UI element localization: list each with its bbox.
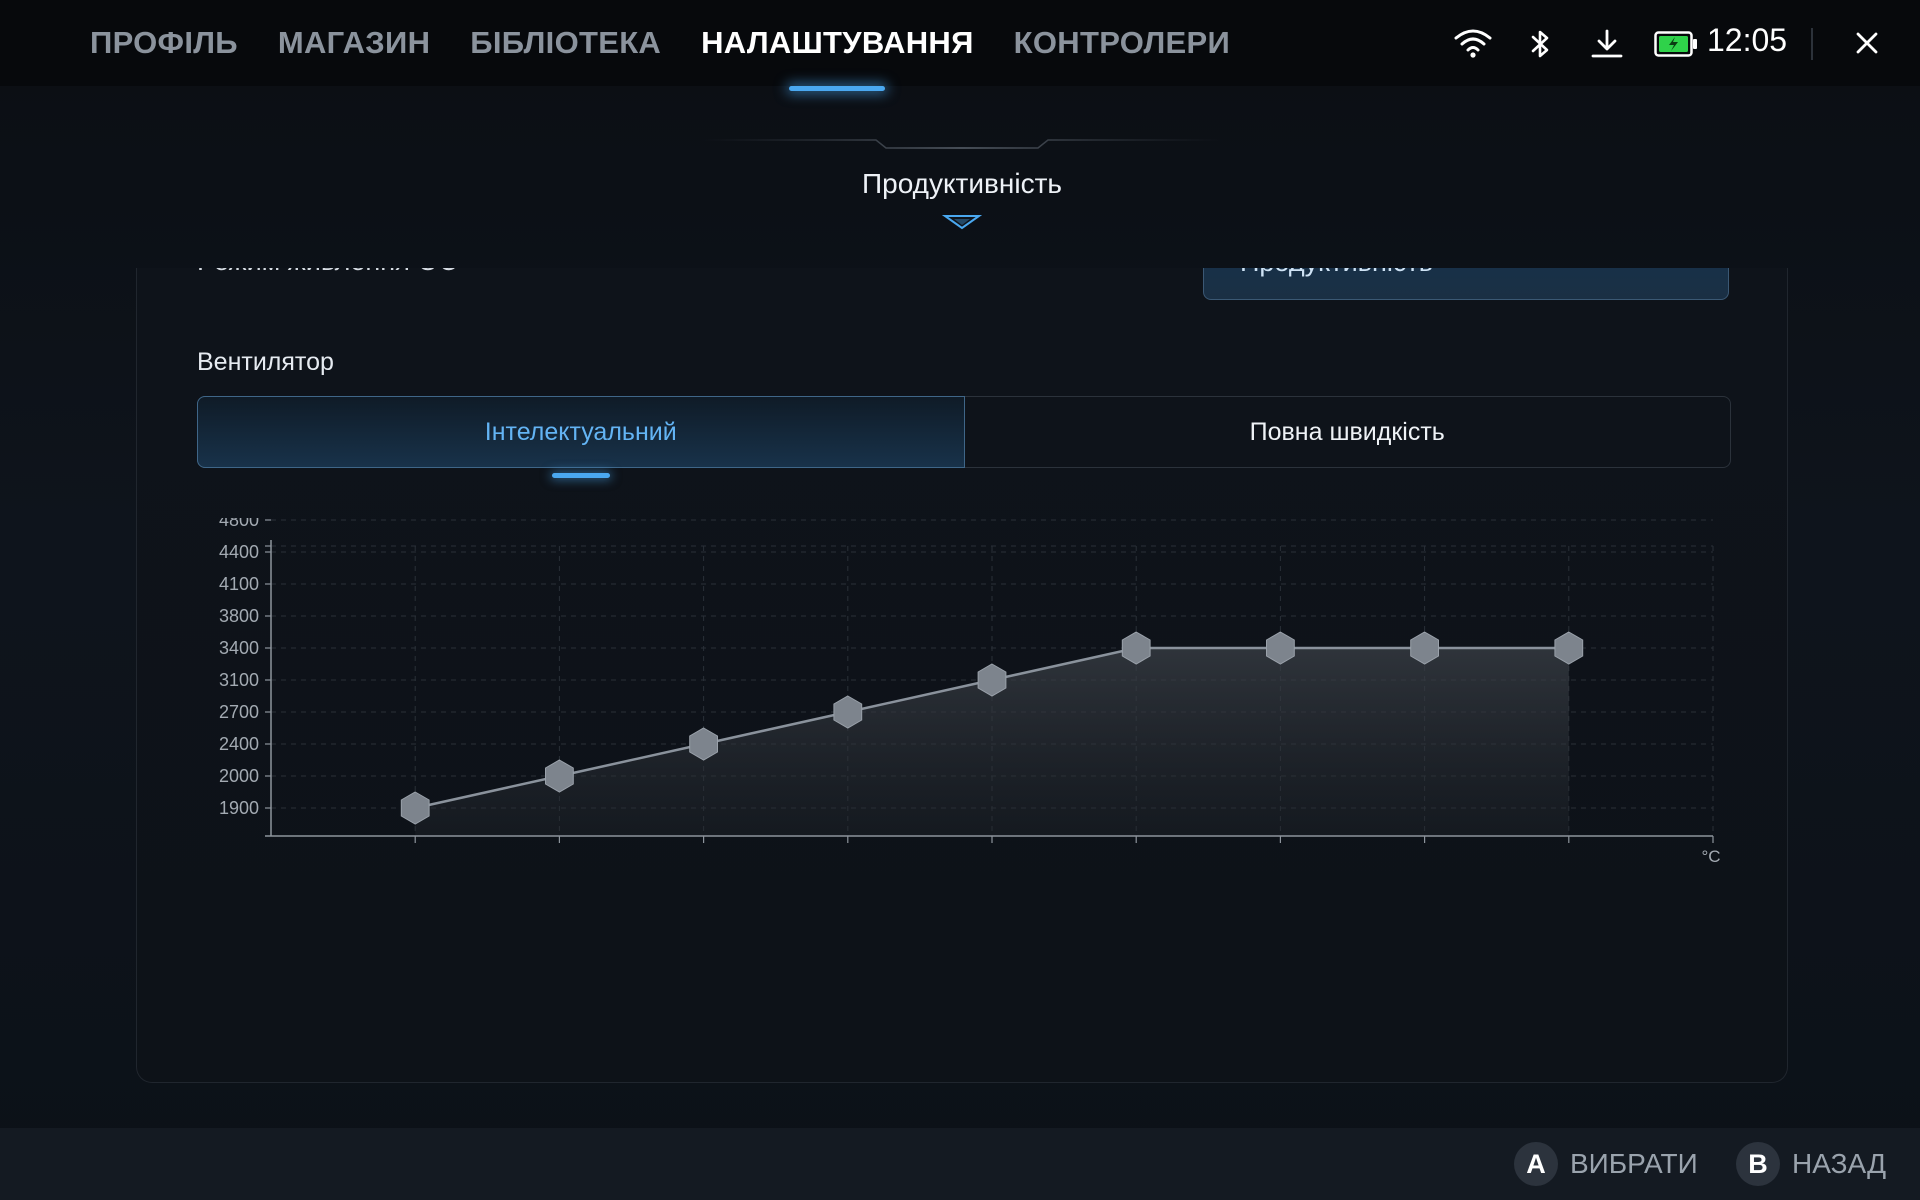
b-button-icon: B [1736, 1142, 1780, 1186]
back-hint-label: НАЗАД [1792, 1148, 1887, 1179]
tab-settings[interactable]: НАЛАШТУВАННЯ [701, 25, 974, 91]
bottom-hint-bar: A ВИБРАТИ B НАЗАД [0, 1128, 1920, 1200]
fan-mode-full-speed[interactable]: Повна швидкість [965, 397, 1731, 467]
wifi-icon [1454, 28, 1492, 63]
y-tick-label: 4800 [219, 518, 259, 530]
y-tick-label: 4400 [219, 542, 259, 562]
y-tick-label: 2700 [219, 702, 259, 722]
tab-library[interactable]: БІБЛІОТЕКА [470, 25, 661, 61]
select-hint-label: ВИБРАТИ [1570, 1148, 1698, 1179]
y-tick-label: 1900 [219, 798, 259, 818]
tab-label: ПРОФІЛЬ [90, 25, 238, 60]
settings-screen: ПРОФІЛЬ МАГАЗИН БІБЛІОТЕКА НАЛАШТУВАННЯ … [0, 0, 1920, 1200]
fan-mode-selector: Інтелектуальний Повна швидкість [197, 396, 1731, 478]
status-divider [1811, 28, 1813, 60]
os-power-mode-label: Режим живлення ОС [197, 268, 458, 277]
tab-profile[interactable]: ПРОФІЛЬ [90, 25, 238, 61]
fan-label: Вентилятор [197, 348, 334, 376]
y-tick-label: 2000 [219, 766, 259, 786]
fan-curve-chart: 1900 2000 2400 2700 3100 3400 3800 4100 4400 4800… [137, 518, 1787, 978]
active-tab-indicator [789, 86, 886, 91]
x-unit-label: °C [1701, 847, 1720, 866]
y-tick-label: 4100 [219, 574, 259, 594]
download-icon [1590, 28, 1624, 65]
fan-curve-svg: 1900 2000 2400 2700 3100 3400 3800 4100 4400 4800… [219, 518, 1721, 866]
os-power-mode-dropdown[interactable]: Продуктивність [1203, 268, 1729, 300]
main-nav: ПРОФІЛЬ МАГАЗИН БІБЛІОТЕКА НАЛАШТУВАННЯ … [90, 0, 1270, 91]
select-hint-button[interactable]: A ВИБРАТИ [1514, 1142, 1698, 1186]
bluetooth-icon [1527, 28, 1553, 65]
tab-store[interactable]: МАГАЗИН [278, 25, 430, 61]
tab-label: МАГАЗИН [277, 25, 431, 60]
a-button-icon: A [1514, 1142, 1558, 1186]
performance-panel: Режим живлення ОС Продуктивність Вентиля… [136, 268, 1788, 1083]
tab-controllers[interactable]: КОНТРОЛЕРИ [1014, 25, 1230, 61]
y-tick-label: 3100 [219, 670, 259, 690]
battery-charging-icon [1654, 31, 1698, 62]
clock: 12:05 [1707, 22, 1788, 58]
back-hint-button[interactable]: B НАЗАД [1736, 1142, 1886, 1186]
fan-mode-label: Інтелектуальний [484, 417, 677, 446]
tab-label: НАЛАШТУВАННЯ [701, 25, 974, 60]
fan-mode-label: Повна швидкість [1249, 417, 1445, 446]
top-bar: ПРОФІЛЬ МАГАЗИН БІБЛІОТЕКА НАЛАШТУВАННЯ … [0, 0, 1920, 91]
tab-label: БІБЛІОТЕКА [470, 25, 662, 60]
close-icon[interactable] [1854, 30, 1880, 61]
section-header[interactable]: Продуктивність [700, 132, 1224, 232]
dropdown-value: Продуктивність [1240, 268, 1433, 278]
y-tick-label: 3800 [219, 606, 259, 626]
y-tick-label: 3400 [219, 638, 259, 658]
fan-mode-smart[interactable]: Інтелектуальний [197, 396, 965, 478]
section-title: Продуктивність [862, 168, 1062, 199]
y-tick-label: 2400 [219, 734, 259, 754]
active-mode-indicator [551, 473, 610, 478]
tab-label: КОНТРОЛЕРИ [1013, 25, 1231, 60]
